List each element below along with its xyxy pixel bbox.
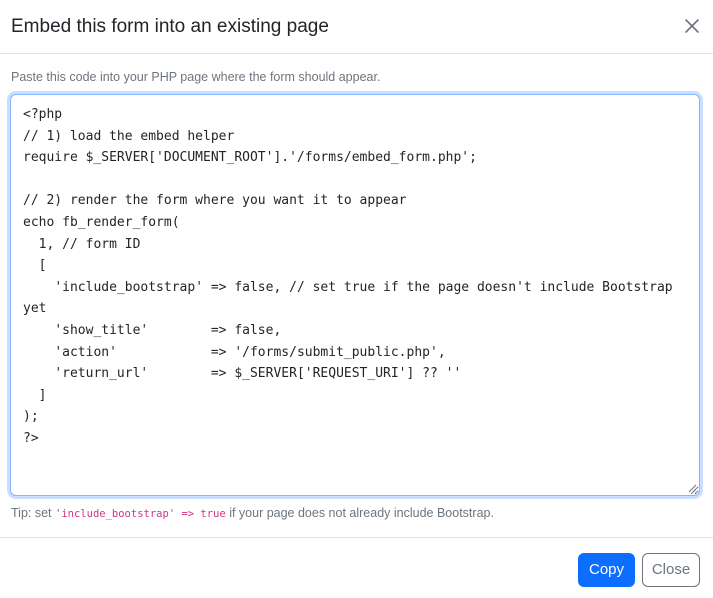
tip-text: Tip: set 'include_bootstrap' => true if …	[11, 506, 494, 520]
dialog-body: Paste this code into your PHP page where…	[0, 54, 713, 537]
tip-prefix: Tip: set	[11, 506, 52, 520]
copy-button[interactable]: Copy	[578, 553, 635, 587]
help-text: Paste this code into your PHP page where…	[11, 70, 381, 84]
embed-dialog: Embed this form into an existing page Pa…	[0, 0, 713, 598]
embed-code-textarea[interactable]: <?php // 1) load the embed helper requir…	[10, 94, 700, 496]
dialog-title: Embed this form into an existing page	[11, 16, 329, 37]
tip-suffix: if your page does not already include Bo…	[229, 506, 494, 520]
resize-handle-icon[interactable]	[688, 484, 697, 493]
close-icon[interactable]	[682, 16, 702, 36]
close-button[interactable]: Close	[642, 553, 700, 587]
dialog-footer: Copy Close	[0, 537, 713, 598]
tip-code: 'include_bootstrap' => true	[55, 508, 226, 520]
dialog-header: Embed this form into an existing page	[0, 0, 713, 54]
